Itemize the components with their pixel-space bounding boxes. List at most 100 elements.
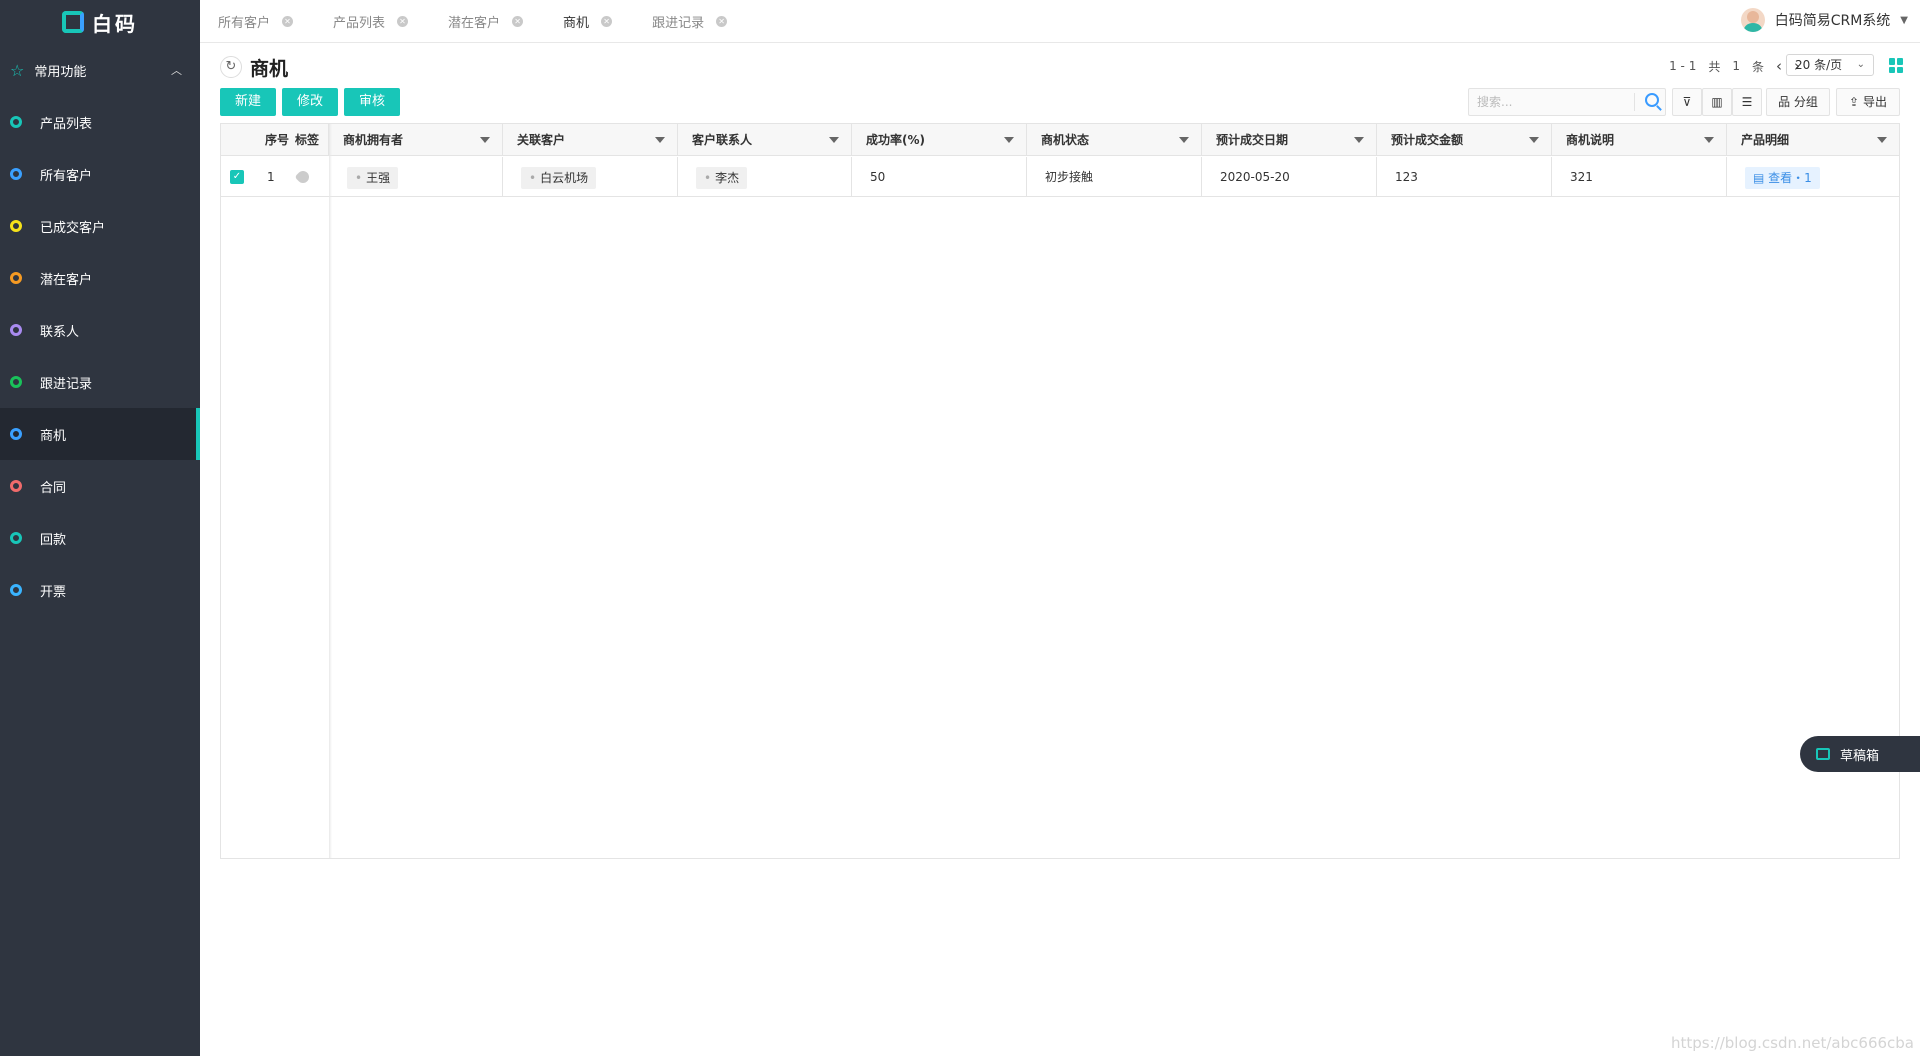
settings-list-icon: ☰ (1741, 95, 1753, 109)
caret-down-icon[interactable] (480, 137, 490, 143)
close-icon[interactable]: ✕ (716, 15, 728, 27)
sidebar-item-label: 已成交客户 (40, 220, 106, 236)
row-checkbox[interactable]: ✓ (230, 170, 244, 184)
user-menu[interactable]: 白码简易CRM系统 ▼ (1740, 8, 1908, 32)
cell-product-detail: ▤ 查看・1 (1727, 157, 1899, 197)
draft-label: 草稿箱 (1840, 748, 1880, 764)
page-size-value: 20 条/页 (1795, 58, 1843, 72)
sidebar-item-contracts[interactable]: 合同 (0, 460, 200, 512)
contact-chip[interactable]: • 李杰 (696, 166, 748, 189)
close-icon[interactable]: ✕ (282, 15, 294, 27)
sidebar-item-payments[interactable]: 回款 (0, 512, 200, 564)
column-label: 商机说明 (1566, 133, 1615, 147)
sidebar-item-followups[interactable]: 跟进记录 (0, 356, 200, 408)
chart-button[interactable]: ▥ (1702, 88, 1732, 116)
sidebar-item-invoices[interactable]: 开票 (0, 564, 200, 616)
sidebar-item-closed-customers[interactable]: 已成交客户 (0, 200, 200, 252)
tab-product-list[interactable]: 产品列表 ✕ (333, 12, 409, 31)
grid-view-icon[interactable] (1889, 58, 1904, 73)
column-header-owner[interactable]: 商机拥有者 (329, 124, 503, 156)
sidebar-item-potential-customers[interactable]: 潜在客户 (0, 252, 200, 304)
column-label: 产品明细 (1741, 133, 1790, 147)
sidebar-menu: 产品列表 所有客户 已成交客户 潜在客户 联系人 跟进记录 商机 合同 回款 开… (0, 96, 200, 616)
caret-down-icon[interactable] (1004, 137, 1014, 143)
column-header-customer[interactable]: 关联客户 (503, 124, 678, 156)
search-icon[interactable] (1645, 93, 1659, 107)
column-header-contact[interactable]: 客户联系人 (678, 124, 852, 156)
owner-chip[interactable]: • 王强 (347, 166, 399, 189)
tab-followups[interactable]: 跟进记录 ✕ (652, 12, 728, 31)
brand-logo[interactable]: 白码 (0, 0, 200, 44)
column-settings-button[interactable]: ☰ (1732, 88, 1762, 116)
draft-box-button[interactable]: 草稿箱 (1800, 736, 1920, 772)
pager-total: 1 (1732, 59, 1740, 73)
dot-icon (10, 220, 22, 232)
column-header-expected-amount[interactable]: 预计成交金额 (1377, 124, 1552, 156)
caret-down-icon[interactable] (655, 137, 665, 143)
caret-down-icon[interactable] (1704, 137, 1714, 143)
close-icon[interactable]: ✕ (512, 15, 524, 27)
sidebar-item-contacts[interactable]: 联系人 (0, 304, 200, 356)
top-tab-bar: 所有客户 ✕ 产品列表 ✕ 潜在客户 ✕ 商机 ✕ 跟进记录 ✕ 白码简易CRM… (200, 0, 1920, 43)
menu-group-common[interactable]: ☆ 常用功能 ︿ (0, 44, 200, 96)
tab-opportunities[interactable]: 商机 ✕ (563, 12, 613, 31)
close-icon[interactable]: ✕ (601, 15, 613, 27)
export-button[interactable]: ⇪ 导出 (1836, 88, 1900, 116)
table-row[interactable]: ✓ 1 • 王强 • 白云机场 • 李杰 50 初步接触 2020-05-20 123… (221, 157, 1899, 197)
filter-icon: ⊽ (1682, 95, 1692, 109)
column-header-expected-date[interactable]: 预计成交日期 (1202, 124, 1377, 156)
tab-label: 商机 (563, 15, 590, 31)
edit-button[interactable]: 修改 (282, 88, 338, 116)
column-header-status[interactable]: 商机状态 (1027, 124, 1202, 156)
customer-chip[interactable]: • 白云机场 (521, 166, 597, 189)
sidebar-item-opportunities[interactable]: 商机 (0, 408, 200, 460)
prev-page-icon[interactable]: ‹ (1776, 57, 1782, 75)
logo-icon (62, 11, 84, 33)
caret-down-icon[interactable] (1529, 137, 1539, 143)
table-header: 序号 标签 商机拥有者 关联客户 客户联系人 成功率(%) 商机状态 预计成交日… (221, 124, 1899, 156)
export-label: 导出 (1862, 95, 1887, 109)
tag-icon[interactable] (294, 168, 312, 186)
pager-total-prefix: 共 (1708, 59, 1721, 74)
view-detail-link[interactable]: ▤ 查看・1 (1745, 166, 1820, 189)
dot-icon (10, 324, 22, 336)
search-placeholder: 搜索... (1477, 95, 1513, 109)
refresh-icon[interactable]: ↻ (220, 56, 242, 78)
page-size-select[interactable]: 20 条/页 ⌄ (1786, 54, 1874, 76)
bar-chart-icon: ▥ (1711, 95, 1723, 109)
customer-name: 白云机场 (540, 170, 589, 185)
sidebar: 白码 ☆ 常用功能 ︿ 产品列表 所有客户 已成交客户 潜在客户 联系人 跟进记… (0, 0, 200, 1056)
column-label: 客户联系人 (692, 133, 753, 147)
caret-down-icon[interactable] (829, 137, 839, 143)
list-icon: ▤ (1753, 170, 1769, 185)
review-button[interactable]: 审核 (344, 88, 400, 116)
close-icon[interactable]: ✕ (397, 15, 409, 27)
tab-potential-customers[interactable]: 潜在客户 ✕ (448, 12, 524, 31)
caret-down-icon[interactable] (1354, 137, 1364, 143)
cell-expected-date: 2020-05-20 (1202, 157, 1377, 197)
cell-expected-amount: 123 (1377, 157, 1552, 197)
dot-icon (10, 116, 22, 128)
sidebar-item-label: 产品列表 (40, 116, 93, 132)
column-header-product-detail[interactable]: 产品明细 (1727, 124, 1899, 156)
search-input[interactable]: 搜索... (1468, 88, 1666, 116)
search-divider (1634, 93, 1635, 111)
group-button[interactable]: 品 分组 (1766, 88, 1830, 116)
frozen-column-divider (329, 124, 332, 858)
edit-icon (1816, 748, 1830, 760)
caret-down-icon[interactable] (1179, 137, 1189, 143)
column-label: 成功率(%) (866, 133, 925, 147)
column-label: 预计成交金额 (1391, 133, 1464, 147)
column-label: 预计成交日期 (1216, 133, 1289, 147)
sidebar-item-label: 联系人 (40, 324, 80, 340)
sidebar-item-all-customers[interactable]: 所有客户 (0, 148, 200, 200)
tab-all-customers[interactable]: 所有客户 ✕ (218, 12, 294, 31)
column-header-description[interactable]: 商机说明 (1552, 124, 1727, 156)
cell-contact: • 李杰 (678, 157, 852, 197)
filter-button[interactable]: ⊽ (1672, 88, 1702, 116)
sidebar-item-product-list[interactable]: 产品列表 (0, 96, 200, 148)
column-header-success-rate[interactable]: 成功率(%) (852, 124, 1027, 156)
column-header-index: 序号 (264, 133, 289, 147)
new-button[interactable]: 新建 (220, 88, 276, 116)
caret-down-icon[interactable] (1877, 137, 1887, 143)
